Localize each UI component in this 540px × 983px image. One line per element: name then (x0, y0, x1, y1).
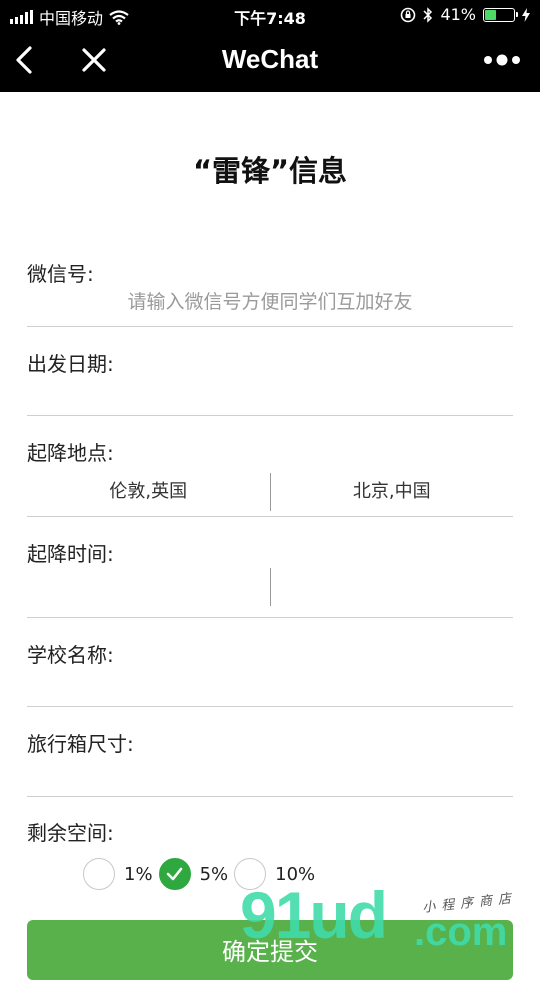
checkmark-icon (166, 867, 182, 881)
more-dots-icon[interactable] (482, 50, 522, 70)
battery-percent: 41% (440, 5, 476, 24)
nav-bar: WeChat (0, 30, 540, 92)
arrival-time-picker[interactable] (271, 568, 514, 606)
page-title: “雷锋”信息 (192, 154, 348, 188)
orientation-lock-icon (401, 7, 416, 22)
luggage-size-input[interactable] (27, 754, 513, 790)
route-selector: 伦敦,英国 北京,中国 (27, 473, 513, 511)
radio-label: 10% (275, 863, 316, 885)
remaining-space-label: 剩余空间: (27, 821, 114, 845)
submit-button[interactable]: 确定提交 (27, 920, 513, 980)
radio-label: 5% (199, 863, 229, 885)
departure-time-picker[interactable] (27, 568, 270, 606)
luggage-size-field: 旅行箱尺寸: (27, 728, 513, 797)
wechat-id-label: 微信号: (27, 262, 94, 286)
school-field: 学校名称: (27, 639, 513, 707)
time-selector (27, 568, 513, 606)
departure-date-input[interactable] (27, 374, 513, 410)
route-label: 起降地点: (27, 441, 114, 465)
route-field: 起降地点: 伦敦,英国 北京,中国 (27, 437, 513, 517)
radio-5-percent[interactable] (158, 858, 191, 890)
watermark-caption: 小程序商店 (421, 891, 518, 916)
radio-1-percent[interactable] (83, 858, 115, 890)
departure-date-field: 出发日期: (27, 348, 513, 416)
wechat-id-field: 微信号: (27, 258, 513, 327)
times-field: 起降时间: (27, 538, 513, 618)
remaining-space-field: 剩余空间: (27, 817, 513, 849)
radio-10-percent[interactable] (234, 858, 267, 890)
wechat-id-input[interactable] (27, 284, 513, 320)
nav-title: WeChat (221, 44, 319, 74)
school-input[interactable] (27, 665, 513, 701)
luggage-size-label: 旅行箱尺寸: (27, 732, 134, 756)
radio-label: 1% (124, 863, 153, 885)
charging-icon (522, 7, 530, 22)
bluetooth-icon (423, 6, 433, 23)
status-right: 41% (400, 5, 530, 24)
school-label: 学校名称: (27, 643, 114, 667)
departure-city-picker[interactable]: 伦敦,英国 (27, 473, 270, 511)
battery-icon (483, 7, 518, 22)
arrival-city-picker[interactable]: 北京,中国 (271, 473, 514, 511)
times-label: 起降时间: (27, 542, 114, 566)
status-bar: 中国移动 下午7:48 41% (0, 0, 540, 30)
remaining-space-options: 1% 5% 10% (83, 856, 321, 892)
departure-date-label: 出发日期: (27, 352, 114, 376)
